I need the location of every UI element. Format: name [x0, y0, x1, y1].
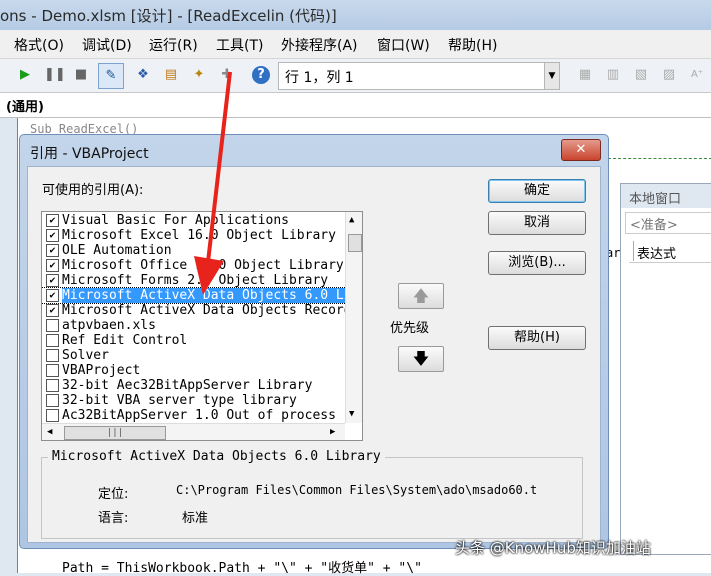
- annotation-arrow-shaft: [206, 71, 232, 263]
- annotation-arrow-head: [194, 256, 224, 295]
- watermark: 头条 @KnowHub知识加油站: [455, 539, 651, 557]
- annotation-arrow: [194, 71, 232, 295]
